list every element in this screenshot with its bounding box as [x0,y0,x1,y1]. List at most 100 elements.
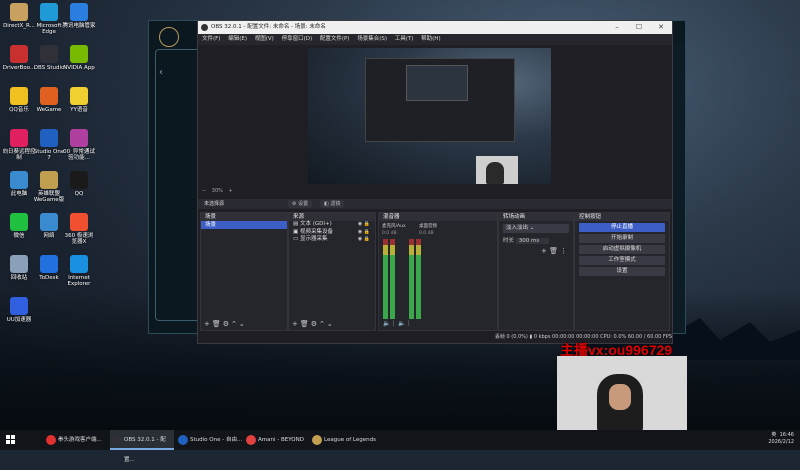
desktop-icon[interactable]: QQ [62,171,96,197]
desktop-icon-label: ToDesk [39,275,59,281]
desktop-icon[interactable]: 网络 [32,213,66,239]
chevron-down-icon[interactable]: ⌄ [239,320,247,328]
zoom-value[interactable]: 30% [212,188,223,194]
desktop-icon[interactable]: 向日葵远程控制 [2,129,36,161]
source-item-camera[interactable]: ▣ 视频采集设备 ◉ 🔒 [289,229,375,237]
tray-date[interactable]: 2026/2/12 [768,439,794,445]
desktop-icon[interactable]: 微信 [2,213,36,239]
taskbar-item[interactable]: OBS 32.0.1 - 配置... [110,430,174,463]
mic-meter-right[interactable] [390,239,395,319]
add-icon[interactable]: + [204,320,212,328]
add-icon[interactable]: + [292,320,300,328]
stop-stream-button[interactable]: 停止直播 [579,223,665,232]
desktop-icon[interactable]: 回收站 [2,255,36,281]
source-item-display[interactable]: ▭ 显示器采集 ◉ 🔒 [289,236,375,244]
desktop-icon[interactable]: 00_异常通试验功能... [62,129,96,161]
minimize-icon[interactable]: – [606,21,628,34]
maximize-icon[interactable]: ☐ [628,21,650,34]
menu-edit[interactable]: 编辑(E) [228,36,247,42]
desktop-icon[interactable]: Studio One 7 [32,129,66,161]
mixer-mute-icons[interactable]: 🔈⋮ 🔈⋮ [383,320,412,327]
scene-item[interactable]: 场景 [201,221,287,229]
obs-logo-icon [201,24,208,31]
menu-profile[interactable]: 配置文件(P) [320,36,350,42]
tray-time[interactable]: 16:46 [780,432,794,438]
system-tray[interactable]: 英 16:46 2026/2/12 [768,432,794,446]
zoom-bar: − 30% + [198,187,672,196]
desktop-icon-label: 向日葵远程控制 [2,149,36,161]
menu-view[interactable]: 视图(V) [255,36,274,42]
desktop-icon[interactable]: Microsoft Edge [32,3,66,35]
close-icon[interactable]: ✕ [650,21,672,34]
menu-file[interactable]: 文件(F) [202,36,220,42]
duration-input[interactable]: 300 ms [515,238,550,244]
settings-icon[interactable]: ⚙ [223,320,231,328]
league-logo [159,27,179,47]
menu-help[interactable]: 帮助(H) [421,36,440,42]
desktop-meter[interactable] [409,239,414,319]
settings-button[interactable]: 设置 [579,267,665,276]
eye-icon[interactable]: ◉ 🔒 [358,221,370,229]
properties-button[interactable]: ⚙ 设置 [288,200,313,208]
tray-lang[interactable]: 英 [771,432,776,438]
app-icon [178,435,188,445]
desktop-icon[interactable]: Internet Explorer [62,255,96,287]
app-icon [40,171,58,189]
chevron-down-icon[interactable]: ⌄ [327,320,335,328]
source-toolbar: +🗑⚙⌃⌄ [292,320,335,328]
transition-tools[interactable]: + 🗑 ⋮ [541,247,573,255]
chevron-left-icon[interactable]: ‹ [159,67,163,78]
taskbar-item-label: Studio One - 自由... [190,437,243,443]
desktop-icon[interactable]: 360 极速浏览器X [62,213,96,245]
desktop-icon[interactable]: YY语音 [62,87,96,113]
zoom-in-icon[interactable]: + [229,188,233,194]
desktop-icon[interactable]: DriverBoo... [2,45,36,71]
delete-icon[interactable]: 🗑 [212,320,223,328]
program-preview[interactable] [308,48,551,184]
mic-db: 0.0 dB [382,231,397,236]
desktop-icon[interactable]: 此电脑 [2,171,36,197]
desktop-icon[interactable]: ToDesk [32,255,66,281]
taskbar-item[interactable]: Studio One - 自由... [176,430,254,450]
start-recording-button[interactable]: 开始录制 [579,234,665,243]
preview-webcam [476,156,518,184]
desktop-icon-label: 微信 [13,233,25,239]
eye-icon[interactable]: ◉ 🔒 [358,229,370,237]
zoom-out-icon[interactable]: − [202,188,206,194]
app-icon [10,255,28,273]
desktop-icon[interactable]: 腾讯电脑管家 [62,3,96,29]
desktop-icon-label: NVIDIA App [63,65,95,71]
desktop-icon[interactable]: WeGame [32,87,66,113]
eye-icon[interactable]: ◉ 🔒 [358,236,370,244]
transition-type: 淡入淡出 [506,225,529,231]
preview-nested-inner [406,65,468,101]
chevron-up-icon[interactable]: ⌃ [319,320,327,328]
app-icon [70,213,88,231]
studio-mode-button[interactable]: 工作室模式 [579,256,665,265]
taskbar-item-label: League of Legends [324,437,376,443]
taskbar-item[interactable]: League of Legends [310,430,388,450]
settings-icon[interactable]: ⚙ [311,320,319,328]
desktop-icon[interactable]: QQ音乐 [2,87,36,113]
desktop-icon-label: 360 极速浏览器X [64,233,94,245]
desktop-meter-right[interactable] [416,239,421,319]
windows-start-icon[interactable] [6,435,16,445]
app-icon [10,171,28,189]
menu-docks[interactable]: 停靠窗口(D) [282,36,313,42]
chevron-up-icon[interactable]: ⌃ [231,320,239,328]
app-icon [70,45,88,63]
desktop-icon[interactable]: UU加速器 [2,297,36,323]
menu-tools[interactable]: 工具(T) [395,36,414,42]
source-item-text[interactable]: ▤ 文本 (GDI+) ◉ 🔒 [289,221,375,229]
menu-scene-collection[interactable]: 场景集合(S) [357,36,387,42]
desktop-icon[interactable]: DirectX_R... [2,3,36,29]
app-icon [246,435,256,445]
desktop-icon[interactable]: NVIDIA App [62,45,96,71]
transition-select[interactable]: 淡入淡出 ⌄ [503,224,569,233]
mic-meter[interactable] [383,239,388,319]
desktop-icon[interactable]: OBS Studio [32,45,66,71]
start-virtual-camera-button[interactable]: 启动虚拟摄像机 [579,245,665,254]
filters-button[interactable]: ◧ 滤镜 [320,200,345,208]
delete-icon[interactable]: 🗑 [300,320,311,328]
desktop-icon[interactable]: 英雄联盟WeGame版 [32,171,66,203]
